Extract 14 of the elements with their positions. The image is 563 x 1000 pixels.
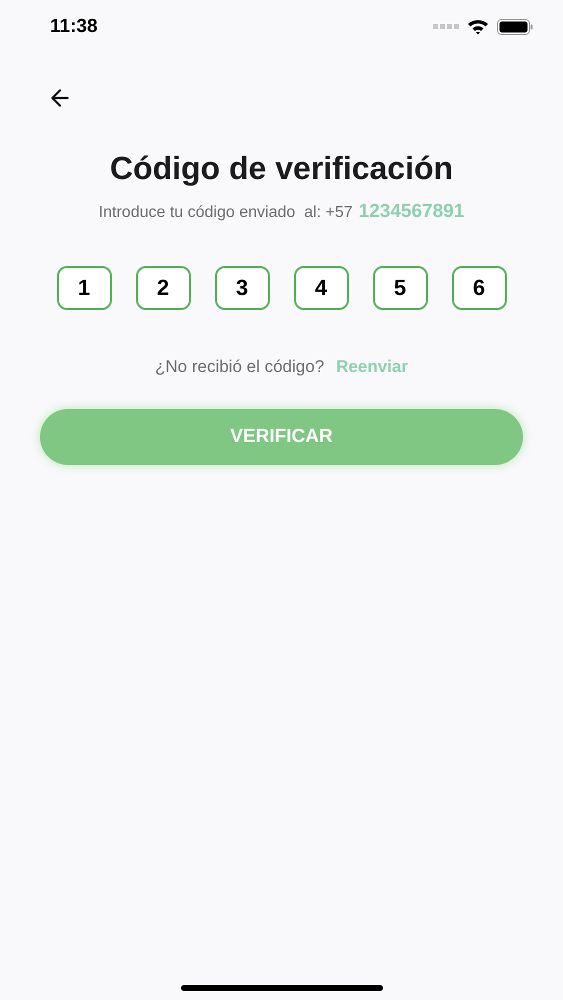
- subtitle-text: Introduce tu código enviado al: +57: [98, 203, 353, 223]
- battery-icon: [497, 19, 533, 35]
- code-digit-field[interactable]: 5: [372, 266, 428, 310]
- code-digit-field[interactable]: 2: [136, 266, 190, 310]
- code-digit-field[interactable]: 4: [294, 266, 348, 310]
- signal-icon: [433, 24, 459, 30]
- code-digit-field[interactable]: 3: [214, 266, 270, 310]
- code-digit-field[interactable]: 6: [452, 266, 506, 310]
- code-digit-field[interactable]: 1: [56, 266, 112, 310]
- page-title: Código de verificación: [108, 149, 454, 188]
- status-time: 11:38: [50, 14, 98, 39]
- resend-question: ¿No recibió el código?: [155, 356, 324, 378]
- wifi-icon: [467, 19, 489, 35]
- phone-number: 1234567891: [358, 200, 464, 224]
